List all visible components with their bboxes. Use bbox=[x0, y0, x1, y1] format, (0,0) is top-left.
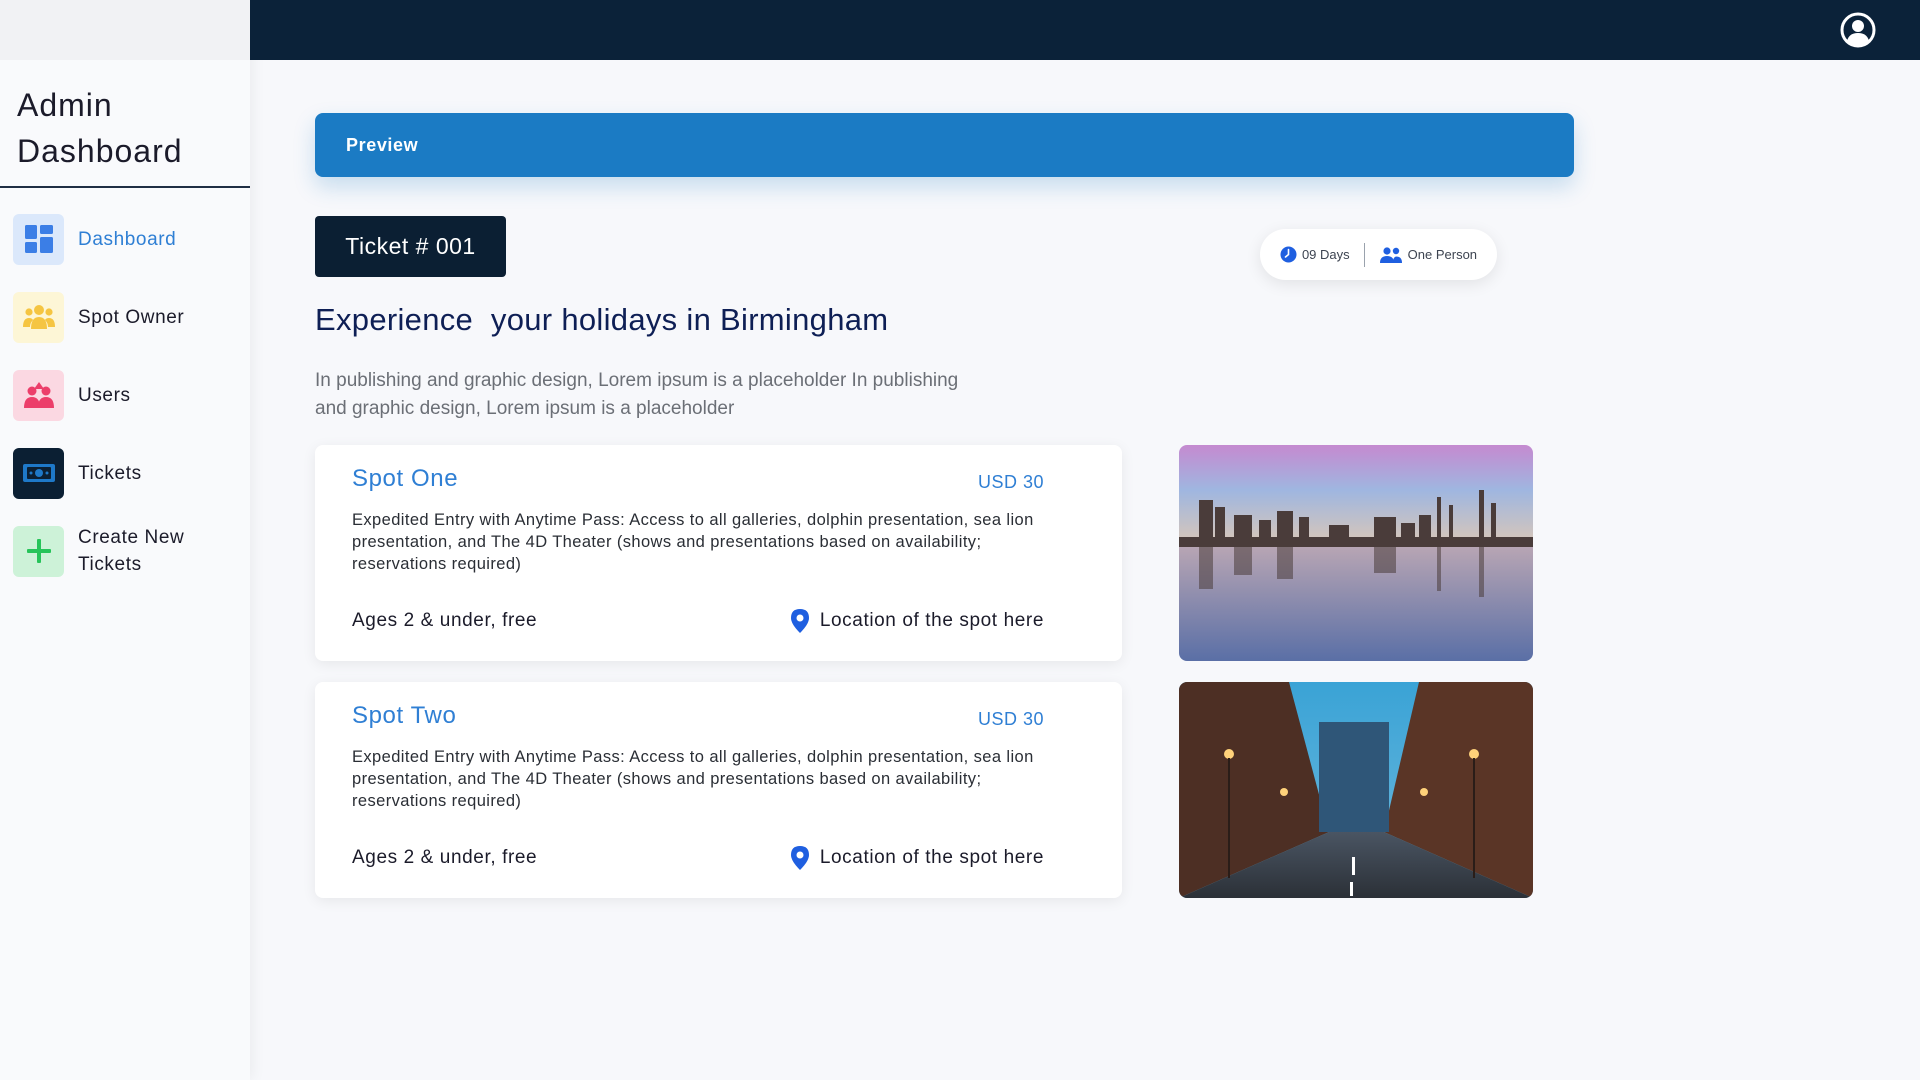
account-circle-icon[interactable] bbox=[1840, 12, 1876, 48]
sidebar-item-create-new-tickets[interactable]: Create New Tickets bbox=[0, 512, 250, 590]
clock-icon bbox=[1280, 246, 1297, 263]
duration-meta: 09 Days bbox=[1280, 246, 1350, 263]
sidebar-item-label: Spot Owner bbox=[78, 306, 185, 328]
preview-header-bar: Preview bbox=[315, 113, 1574, 177]
spot-price: USD 30 bbox=[977, 709, 1044, 729]
sidebar-header-strip bbox=[0, 0, 250, 60]
spot-ages: Ages 2 & under, free bbox=[352, 847, 538, 868]
intro-paragraph: In publishing and graphic design, Lorem … bbox=[315, 370, 959, 419]
sidebar-item-label: Create New Tickets bbox=[78, 527, 185, 575]
app-title: Admin Dashboard bbox=[0, 60, 250, 188]
sidebar-item-dashboard[interactable]: Dashboard bbox=[0, 200, 250, 278]
sidebar-item-tickets[interactable]: Tickets bbox=[0, 434, 250, 512]
page-headline: Experience your holidays in Birmingham bbox=[315, 302, 889, 337]
plus-icon bbox=[13, 525, 64, 577]
sidebar-item-label: Tickets bbox=[78, 462, 142, 484]
sidebar-item-users[interactable]: Users bbox=[0, 356, 250, 434]
sidebar-item-label: Users bbox=[78, 384, 131, 406]
sidebar-item-label: Dashboard bbox=[78, 228, 177, 250]
app-title-line1: Admin bbox=[17, 87, 113, 123]
ticket-number-badge: Ticket # 001 bbox=[315, 216, 506, 277]
people-group-icon bbox=[13, 291, 64, 343]
spot-price: USD 30 bbox=[977, 472, 1044, 492]
duration-text: 09 Days bbox=[1301, 247, 1350, 262]
map-pin-icon bbox=[790, 846, 809, 870]
persons-meta: One Person bbox=[1379, 246, 1478, 263]
spot-location: Location of the spot here bbox=[790, 608, 1044, 634]
spot-location-text: Location of the spot here bbox=[819, 610, 1044, 631]
persons-text: One Person bbox=[1407, 247, 1478, 262]
two-people-icon bbox=[1379, 246, 1402, 263]
spot-location: Location of the spot here bbox=[790, 845, 1044, 871]
top-bar bbox=[250, 0, 1920, 60]
spot-card: Spot One USD 30 Expedited Entry with Any… bbox=[315, 445, 1122, 661]
spot-title: Spot One bbox=[352, 465, 459, 492]
spot-title: Spot Two bbox=[352, 702, 457, 729]
map-pin-icon bbox=[790, 609, 809, 633]
meta-divider bbox=[1363, 242, 1365, 267]
spot-description: Expedited Entry with Anytime Pass: Acces… bbox=[352, 511, 1034, 573]
dashboard-grid-icon bbox=[13, 213, 64, 265]
sidebar: Admin Dashboard Dashboard Spot Owner Use… bbox=[0, 0, 250, 1080]
city-skyline-lake-photo bbox=[1179, 445, 1533, 661]
spot-location-text: Location of the spot here bbox=[819, 847, 1044, 868]
city-street-night-photo bbox=[1179, 682, 1533, 898]
ticket-money-icon bbox=[13, 447, 64, 499]
app-title-line2: Dashboard bbox=[17, 133, 183, 169]
sidebar-nav: Dashboard Spot Owner Users Tickets Creat… bbox=[0, 188, 250, 590]
preview-label: Preview bbox=[346, 135, 419, 155]
sidebar-item-spot-owner[interactable]: Spot Owner bbox=[0, 278, 250, 356]
users-icon bbox=[13, 369, 64, 421]
spot-ages: Ages 2 & under, free bbox=[352, 610, 538, 631]
spot-card: Spot Two USD 30 Expedited Entry with Any… bbox=[315, 682, 1122, 898]
spot-description: Expedited Entry with Anytime Pass: Acces… bbox=[352, 748, 1034, 810]
ticket-meta-pill: 09 Days One Person bbox=[1260, 229, 1497, 280]
